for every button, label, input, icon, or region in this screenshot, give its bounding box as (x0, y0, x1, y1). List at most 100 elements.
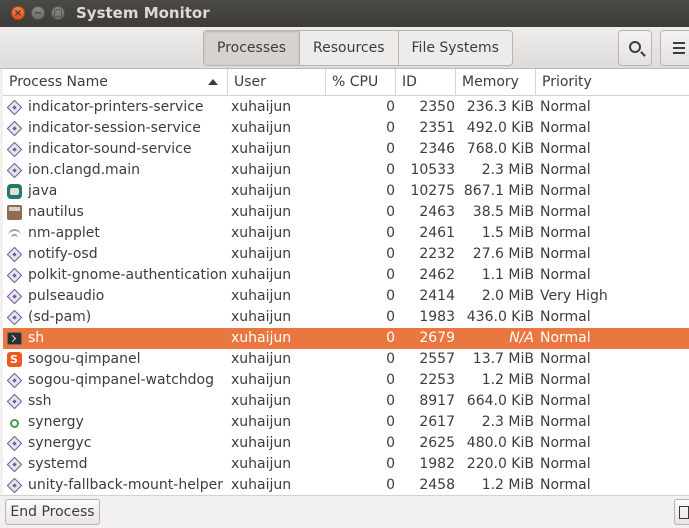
process-id: 2461 (419, 225, 455, 241)
table-row[interactable]: (sd-pam) xuhaijun 0 1983 436.0 KiB Normal (3, 307, 689, 328)
table-row[interactable]: synergyc xuhaijun 0 2625 480.0 KiB Normal (3, 433, 689, 454)
process-name: indicator-sound-service (28, 141, 192, 157)
process-cpu: 0 (386, 309, 395, 325)
executable-icon (7, 142, 22, 157)
table-row[interactable]: indicator-session-service xuhaijun 0 2351 49… (3, 118, 689, 139)
executable-icon (7, 247, 22, 262)
executable-icon (7, 373, 22, 388)
table-row[interactable]: indicator-sound-service xuhaijun 0 2346 768.… (3, 139, 689, 160)
process-icon-cell (7, 205, 22, 220)
process-icon-cell (7, 310, 22, 325)
process-cpu: 0 (386, 183, 395, 199)
process-id: 2414 (419, 288, 455, 304)
process-user: xuhaijun (231, 456, 292, 472)
process-priority: Normal (540, 225, 591, 241)
minimize-window-button[interactable]: − (31, 6, 45, 20)
process-icon-cell (7, 121, 22, 136)
table-row[interactable]: unity-fallback-mount-helper xuhaijun 0 2458… (3, 475, 689, 495)
process-memory: 2.3 MiB (481, 414, 534, 430)
column-label: Priority (542, 74, 592, 90)
view-switcher: Processes Resources File Systems (203, 30, 513, 66)
tab-file-systems[interactable]: File Systems (399, 31, 512, 65)
column-label: % CPU (332, 74, 379, 90)
column-header-priority[interactable]: Priority (536, 69, 689, 96)
process-name: nm-applet (28, 225, 100, 241)
process-priority: Normal (540, 309, 591, 325)
process-priority: Normal (540, 267, 591, 283)
process-cpu: 0 (386, 99, 395, 115)
nautilus-icon (7, 205, 22, 220)
properties-button[interactable] (674, 499, 689, 525)
column-header-cpu[interactable]: % CPU (326, 69, 396, 96)
table-row[interactable]: ssh xuhaijun 0 8917 664.0 KiB Normal (3, 391, 689, 412)
table-row[interactable]: nm-applet xuhaijun 0 2461 1.5 MiB Normal (3, 223, 689, 244)
search-button[interactable] (618, 30, 652, 66)
table-row[interactable]: java xuhaijun 0 10275 867.1 MiB Normal (3, 181, 689, 202)
process-id: 10533 (410, 162, 455, 178)
table-row[interactable]: notify-osd xuhaijun 0 2232 27.6 MiB Normal (3, 244, 689, 265)
tab-resources[interactable]: Resources (300, 31, 399, 65)
table-row[interactable]: indicator-printers-service xuhaijun 0 2350 2… (3, 97, 689, 118)
executable-icon (7, 436, 22, 451)
process-name: java (28, 183, 58, 199)
process-id: 2617 (419, 414, 455, 430)
process-user: xuhaijun (231, 225, 292, 241)
process-user: xuhaijun (231, 141, 292, 157)
search-icon (629, 41, 641, 53)
process-priority: Normal (540, 351, 591, 367)
table-row[interactable]: pulseaudio xuhaijun 0 2414 2.0 MiB Very High (3, 286, 689, 307)
process-icon-cell (7, 436, 22, 451)
process-icon-cell (7, 163, 22, 178)
process-memory: 1.2 MiB (481, 477, 534, 493)
maximize-window-button[interactable]: □ (51, 6, 65, 20)
column-header-memory[interactable]: Memory (456, 69, 536, 96)
menu-button[interactable] (660, 30, 689, 66)
table-row[interactable]: systemd xuhaijun 0 1982 220.0 KiB Normal (3, 454, 689, 475)
process-memory: 27.6 MiB (472, 246, 534, 262)
process-name: nautilus (28, 204, 84, 220)
column-label: Process Name (9, 74, 108, 90)
column-header-process-name[interactable]: Process Name (3, 69, 228, 96)
tab-processes[interactable]: Processes (204, 31, 301, 65)
column-header-user[interactable]: User (228, 69, 326, 96)
process-user: xuhaijun (231, 351, 292, 367)
process-cpu: 0 (386, 141, 395, 157)
table-row[interactable]: sogou-qimpanel xuhaijun 0 2557 13.7 MiB Norma… (3, 349, 689, 370)
table-row[interactable]: sogou-qimpanel-watchdog xuhaijun 0 2253 1.2 … (3, 370, 689, 391)
process-user: xuhaijun (231, 246, 292, 262)
process-id: 2679 (419, 330, 455, 346)
process-priority: Normal (540, 120, 591, 136)
process-priority: Normal (540, 204, 591, 220)
process-id: 2463 (419, 204, 455, 220)
executable-icon (7, 121, 22, 136)
process-id: 2557 (419, 351, 455, 367)
table-row[interactable]: sh xuhaijun 0 2679 N/A Normal (3, 328, 689, 349)
terminal-icon (7, 332, 22, 345)
process-user: xuhaijun (231, 99, 292, 115)
table-row[interactable]: ion.clangd.main xuhaijun 0 10533 2.3 MiB Norm… (3, 160, 689, 181)
table-row[interactable]: polkit-gnome-authentication-xuhaijun 0 246… (3, 265, 689, 286)
process-user: xuhaijun (231, 435, 292, 451)
column-header-id[interactable]: ID (396, 69, 456, 96)
system-monitor-window: × − □ System Monitor Processes Resources… (0, 0, 689, 528)
process-cpu: 0 (386, 456, 395, 472)
process-cpu: 0 (386, 288, 395, 304)
table-row[interactable]: synergy xuhaijun 0 2617 2.3 MiB Normal (3, 412, 689, 433)
process-name: systemd (28, 456, 88, 472)
process-name: (sd-pam) (28, 309, 92, 325)
table-header: Process Name User % CPU ID Memory Priori… (3, 69, 689, 96)
process-name: indicator-session-service (28, 120, 201, 136)
table-row[interactable]: nautilus xuhaijun 0 2463 38.5 MiB Normal (3, 202, 689, 223)
process-priority: Normal (540, 414, 591, 430)
process-memory: 2.3 MiB (481, 162, 534, 178)
process-cpu: 0 (386, 372, 395, 388)
process-priority: Very High (540, 288, 608, 304)
close-window-button[interactable]: × (11, 6, 25, 20)
process-name: ssh (28, 393, 52, 409)
process-user: xuhaijun (231, 120, 292, 136)
process-cpu: 0 (386, 435, 395, 451)
process-cpu: 0 (386, 225, 395, 241)
process-memory: 2.0 MiB (481, 288, 534, 304)
end-process-button[interactable]: End Process (5, 499, 100, 525)
sort-ascending-icon (208, 79, 218, 85)
